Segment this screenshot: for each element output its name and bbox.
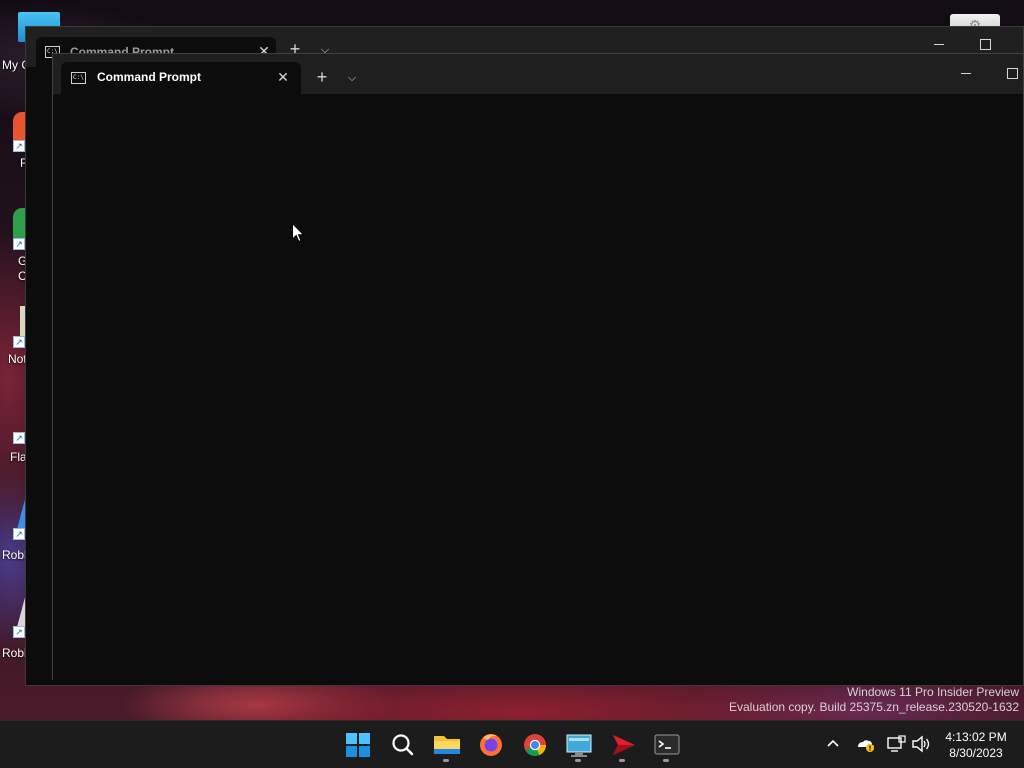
folder-icon — [434, 736, 460, 754]
terminal-window[interactable]: C:\ Command Prompt ✕ + ⌵ — [52, 53, 1024, 680]
control-panel-icon — [566, 734, 592, 757]
new-tab-icon[interactable]: + — [311, 67, 333, 89]
search-button[interactable] — [385, 729, 421, 761]
shortcut-arrow-icon: ↗ — [13, 238, 25, 250]
close-tab-icon[interactable]: ✕ — [273, 67, 293, 87]
minimize-icon[interactable] — [953, 64, 979, 84]
shortcut-arrow-icon: ↗ — [13, 140, 25, 152]
show-hidden-icons-chevron-icon[interactable] — [822, 733, 844, 755]
evaluation-watermark: Windows 11 Pro Insider Preview Evaluatio… — [729, 685, 1019, 715]
tab-title: Command Prompt — [97, 70, 202, 84]
volume-icon[interactable] — [910, 733, 932, 755]
app-red-arrow-button[interactable] — [605, 729, 641, 762]
file-explorer-button[interactable] — [429, 729, 465, 762]
clock[interactable]: 4:13:02 PM 8/30/2023 — [940, 729, 1012, 761]
search-icon — [392, 734, 414, 756]
mouse-cursor-icon — [292, 223, 304, 243]
title-bar[interactable]: C:\ Command Prompt ✕ + ⌵ — [53, 54, 1023, 94]
maximize-icon[interactable] — [999, 64, 1024, 84]
watermark-line-2: Evaluation copy. Build 25375.zn_release.… — [729, 700, 1019, 714]
terminal-content[interactable] — [53, 94, 1023, 680]
chrome-button[interactable] — [517, 729, 553, 761]
chrome-icon — [524, 734, 546, 756]
running-indicator — [575, 759, 581, 762]
network-icon[interactable] — [885, 733, 907, 755]
running-indicator — [619, 759, 625, 762]
terminal-icon — [654, 734, 680, 755]
shortcut-arrow-icon: ↗ — [13, 528, 25, 540]
chevron-down-icon[interactable]: ⌵ — [341, 67, 363, 89]
start-button[interactable] — [340, 729, 376, 761]
running-indicator — [443, 759, 449, 762]
firefox-icon — [480, 734, 502, 756]
control-panel-button[interactable] — [561, 729, 597, 762]
clock-date: 8/30/2023 — [949, 746, 1003, 760]
minimize-icon[interactable] — [926, 35, 952, 55]
running-indicator — [663, 759, 669, 762]
firefox-button[interactable] — [473, 729, 509, 761]
shortcut-arrow-icon: ↗ — [13, 336, 25, 348]
tab-command-prompt[interactable]: C:\ Command Prompt ✕ — [61, 62, 301, 94]
clock-time: 4:13:02 PM — [945, 730, 1007, 744]
cmd-icon: C:\ — [71, 72, 86, 84]
red-arrow-icon — [613, 735, 635, 755]
shortcut-arrow-icon: ↗ — [13, 432, 25, 444]
terminal-button[interactable] — [649, 729, 685, 762]
shortcut-arrow-icon: ↗ — [13, 626, 25, 638]
windows-logo-icon — [346, 733, 370, 757]
watermark-line-1: Windows 11 Pro Insider Preview — [847, 685, 1019, 699]
onedrive-warning-icon[interactable] — [854, 733, 876, 755]
taskbar: 4:13:02 PM 8/30/2023 — [0, 720, 1024, 768]
maximize-icon[interactable] — [972, 35, 998, 55]
